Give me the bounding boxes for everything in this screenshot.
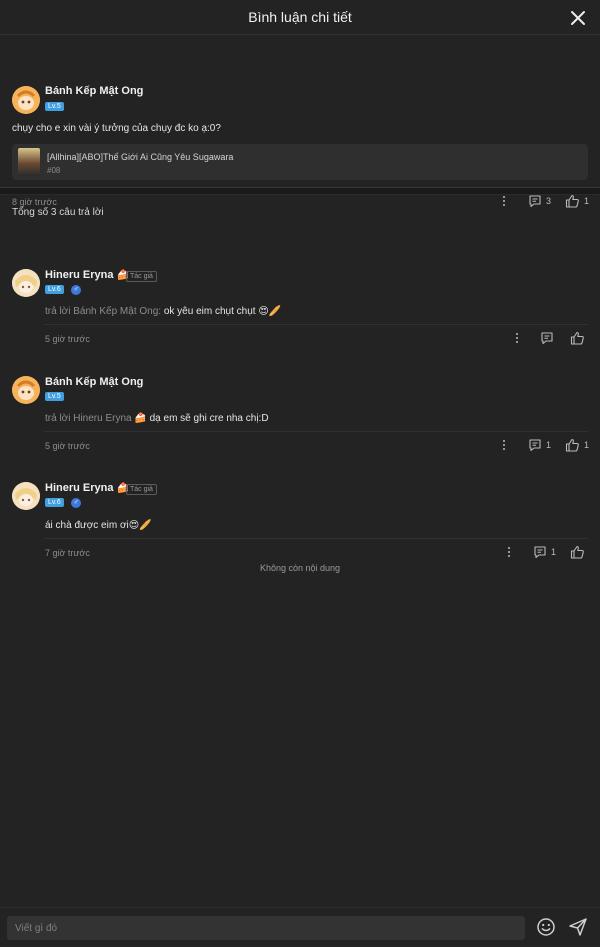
- reply-time: 7 giờ trước: [45, 548, 90, 558]
- level-badge: Lv.6: [45, 498, 64, 507]
- author-tag: Tác giả: [126, 271, 157, 282]
- more-vertical-icon: [503, 196, 505, 206]
- end-of-list-label: Không còn nội dung: [259, 563, 341, 573]
- story-cover-image: [18, 148, 40, 176]
- more-options-button[interactable]: [514, 332, 520, 344]
- gender-badge: ♂: [71, 498, 81, 508]
- more-options-button[interactable]: [501, 195, 507, 207]
- more-options-button[interactable]: [501, 439, 507, 451]
- reply-prefix[interactable]: trả lời Hineru Eryna 🍰: [45, 413, 147, 424]
- reply-count: 1: [551, 547, 557, 557]
- thumbs-up-icon: [570, 545, 584, 559]
- reply-time: 5 giờ trước: [45, 441, 90, 451]
- thumbs-up-icon: [565, 194, 579, 208]
- user-avatar-icon: [12, 269, 40, 297]
- total-replies-label: Tổng số 3 câu trả lời: [12, 207, 104, 218]
- close-button[interactable]: [568, 8, 588, 28]
- comment-time: 8 giờ trước: [12, 197, 57, 207]
- level-badge: Lv.5: [45, 102, 64, 111]
- comment-icon: [529, 195, 541, 208]
- reply-button[interactable]: [540, 331, 554, 345]
- user-avatar-icon: [12, 482, 40, 510]
- avatar[interactable]: [12, 482, 40, 510]
- reply-body: ok yêu eim chụt chụt 😍🥖: [163, 306, 282, 317]
- user-name[interactable]: Bánh Kếp Mật Ong: [45, 85, 143, 97]
- reply-text: trả lời Bánh Kếp Mật Ong: ok yêu eim chụ…: [45, 306, 281, 317]
- section-divider: [0, 187, 600, 195]
- emoji-button[interactable]: [536, 917, 556, 942]
- avatar[interactable]: [12, 86, 40, 114]
- more-vertical-icon: [516, 333, 518, 343]
- thumbs-up-icon: [565, 438, 579, 452]
- story-card[interactable]: [Allhina][ABO]Thế Giới Ai Cũng Yêu Sugaw…: [12, 144, 588, 180]
- page-title: Bình luận chi tiết: [248, 9, 352, 25]
- header-bar: Bình luận chi tiết: [0, 0, 600, 35]
- like-button[interactable]: 1: [565, 194, 589, 208]
- author-tag: Tác giả: [126, 484, 157, 495]
- comment-input[interactable]: [7, 916, 525, 940]
- send-button[interactable]: [568, 917, 588, 942]
- comment-icon: [534, 546, 546, 559]
- like-button[interactable]: [570, 545, 585, 559]
- reply-body: dạ em sẽ ghi cre nha chị:D: [149, 413, 269, 424]
- like-button[interactable]: [570, 331, 585, 345]
- user-name[interactable]: Hineru Eryna 🍰: [45, 269, 129, 281]
- reply-button[interactable]: 1: [533, 545, 556, 559]
- user-name[interactable]: Bánh Kếp Mật Ong: [45, 376, 143, 388]
- reply-time: 5 giờ trước: [45, 334, 90, 344]
- gender-badge: ♂: [71, 285, 81, 295]
- more-vertical-icon: [503, 440, 505, 450]
- send-icon: [569, 918, 587, 936]
- avatar[interactable]: [12, 269, 40, 297]
- comment-icon: [541, 332, 553, 345]
- reply-button[interactable]: 1: [528, 438, 551, 452]
- like-button[interactable]: 1: [565, 438, 589, 452]
- more-options-button[interactable]: [506, 546, 512, 558]
- level-badge: Lv.6: [45, 285, 64, 294]
- like-count: 1: [584, 440, 590, 450]
- comment-input-bar: [0, 907, 600, 947]
- close-icon: [571, 11, 585, 25]
- user-avatar-icon: [12, 376, 40, 404]
- more-vertical-icon: [508, 547, 510, 557]
- user-avatar-icon: [12, 86, 40, 114]
- avatar[interactable]: [12, 376, 40, 404]
- divider: [44, 324, 588, 325]
- like-count: 1: [584, 196, 590, 206]
- user-name[interactable]: Hineru Eryna 🍰: [45, 482, 129, 494]
- story-chapter: #08: [47, 166, 61, 175]
- level-badge: Lv.5: [45, 392, 64, 401]
- reply-count: 3: [546, 196, 552, 206]
- comment-text: chụy cho e xin vài ý tưởng của chụy đc k…: [12, 123, 221, 134]
- thumbs-up-icon: [570, 331, 584, 345]
- reply-text: trả lời Hineru Eryna 🍰 dạ em sẽ ghi cre …: [45, 413, 269, 424]
- reply-button[interactable]: 3: [528, 194, 551, 208]
- reply-text: ái chà được eim ơi😍🥖: [45, 520, 152, 531]
- divider: [44, 431, 588, 432]
- user-name-text: Hineru Eryna: [45, 482, 114, 494]
- comment-icon: [529, 439, 541, 452]
- smiley-icon: [537, 918, 555, 936]
- reply-count: 1: [546, 440, 552, 450]
- story-title: [Allhina][ABO]Thế Giới Ai Cũng Yêu Sugaw…: [47, 152, 234, 162]
- reply-prefix[interactable]: trả lời Bánh Kếp Mật Ong:: [45, 306, 161, 317]
- user-name-text: Hineru Eryna: [45, 269, 114, 281]
- divider: [44, 538, 588, 539]
